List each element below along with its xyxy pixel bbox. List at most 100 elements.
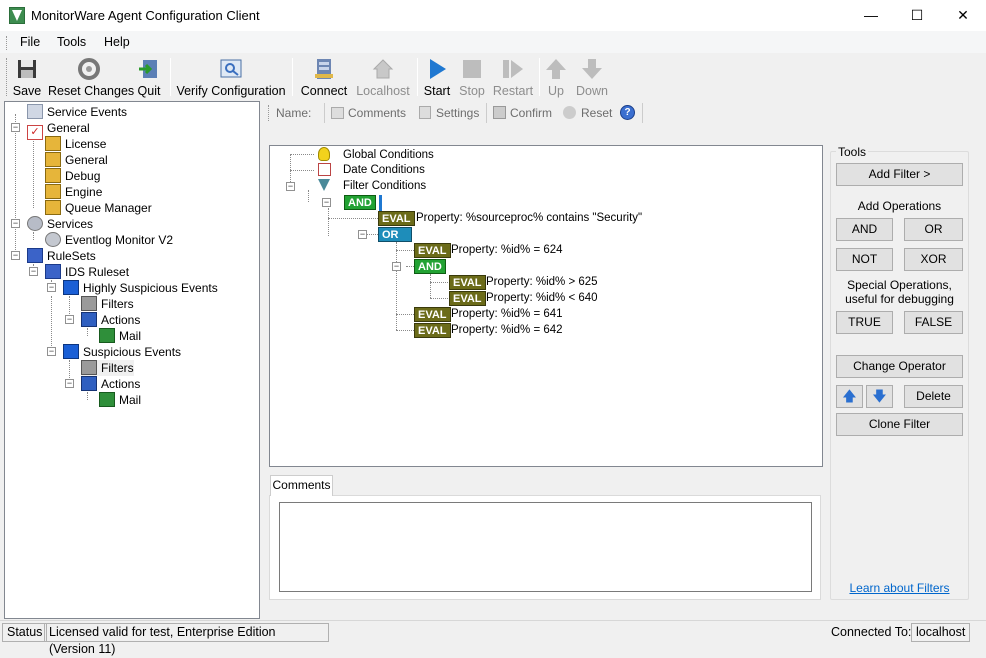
settings-button[interactable]: Settings <box>419 106 479 120</box>
configuration-tree[interactable]: − − − − − − − − Service Events ✓ General … <box>4 101 260 619</box>
collapse-ids-ruleset-icon[interactable]: − <box>29 267 38 276</box>
menu-file[interactable]: File <box>20 35 40 49</box>
clone-filter-button[interactable]: Clone Filter <box>836 413 963 436</box>
status-bar: Status Licensed valid for test, Enterpri… <box>0 620 986 656</box>
cursor-marker <box>379 195 382 211</box>
and-button[interactable]: AND <box>836 218 893 241</box>
condition-id-641[interactable]: Property: %id% = 641 <box>451 307 563 322</box>
tree-item-general-child[interactable]: General <box>45 152 108 168</box>
learn-about-filters-link[interactable]: Learn about Filters <box>830 581 969 595</box>
collapse-actions1-icon[interactable]: − <box>65 315 74 324</box>
tree-label: Actions <box>101 377 141 391</box>
add-filter-button[interactable]: Add Filter > <box>836 163 963 186</box>
tree-item-general[interactable]: ✓ General <box>27 120 90 140</box>
condition-id-640[interactable]: Property: %id% < 640 <box>486 291 598 306</box>
tree-item-ids-ruleset[interactable]: IDS Ruleset <box>45 264 129 280</box>
condition-id-642[interactable]: Property: %id% = 642 <box>451 323 563 338</box>
verify-configuration-button[interactable]: Verify Configuration <box>175 55 287 99</box>
quit-button[interactable]: Quit <box>134 55 164 99</box>
reset-changes-button[interactable]: Reset Changes <box>48 55 134 99</box>
eval-badge[interactable]: EVAL <box>378 211 415 226</box>
tree-item-highly-suspicious-events[interactable]: Highly Suspicious Events <box>63 280 218 296</box>
collapse-and-2-icon[interactable]: − <box>392 262 401 271</box>
arrow-up-icon: 🡅 <box>842 388 857 404</box>
quit-icon <box>139 60 157 78</box>
comments-button[interactable]: Comments <box>331 106 406 120</box>
condition-id-624[interactable]: Property: %id% = 624 <box>451 243 563 258</box>
tree-item-rulesets[interactable]: RuleSets <box>27 248 96 264</box>
collapse-general-icon[interactable]: − <box>11 123 20 132</box>
help-icon[interactable]: ? <box>620 105 635 120</box>
condition-sourceproc[interactable]: Property: %sourceproc% contains "Securit… <box>416 211 642 226</box>
tree-item-filters-2-selected[interactable]: Filters <box>81 360 134 376</box>
filter-conditions-tree[interactable]: − − − − Global Conditions Date Condition… <box>269 145 823 467</box>
collapse-filter-conditions-icon[interactable]: − <box>286 182 295 191</box>
tree-item-mail-1[interactable]: Mail <box>99 328 141 344</box>
or-button[interactable]: OR <box>904 218 963 241</box>
eval-badge[interactable]: EVAL <box>414 307 451 322</box>
menu-help[interactable]: Help <box>104 35 130 49</box>
or-operator-badge[interactable]: OR <box>378 227 412 242</box>
tree-item-suspicious-events[interactable]: Suspicious Events <box>63 344 181 360</box>
localhost-button[interactable]: Localhost <box>354 55 412 99</box>
collapse-actions2-icon[interactable]: − <box>65 379 74 388</box>
eval-badge[interactable]: EVAL <box>449 291 486 306</box>
collapse-and-icon[interactable]: − <box>322 198 331 207</box>
condition-id-625[interactable]: Property: %id% > 625 <box>486 275 598 290</box>
tree-item-eventlog-monitor[interactable]: Eventlog Monitor V2 <box>45 232 173 248</box>
change-operator-button[interactable]: Change Operator <box>836 355 963 378</box>
tree-item-queue-manager[interactable]: Queue Manager <box>45 200 152 216</box>
reset-button[interactable]: Reset <box>563 106 612 120</box>
collapse-rulesets-icon[interactable]: − <box>11 251 20 260</box>
tree-label: Filters <box>101 361 134 375</box>
move-down-button[interactable]: 🡇 <box>866 385 893 408</box>
minimize-button[interactable]: — <box>848 0 894 31</box>
confirm-button[interactable]: Confirm <box>493 106 552 120</box>
true-button[interactable]: TRUE <box>836 311 893 334</box>
tree-item-service-events[interactable]: Service Events <box>27 104 127 120</box>
comments-textarea[interactable] <box>279 502 812 592</box>
tab-comments[interactable]: Comments <box>270 475 333 496</box>
and-operator-badge[interactable]: AND <box>344 195 376 210</box>
collapse-services-icon[interactable]: − <box>11 219 20 228</box>
filter-conditions-node[interactable]: Filter Conditions <box>318 179 426 194</box>
date-conditions-node[interactable]: Date Conditions <box>318 163 425 178</box>
eval-badge[interactable]: EVAL <box>449 275 486 290</box>
start-label: Start <box>423 84 451 98</box>
gear-icon <box>45 200 61 215</box>
collapse-suspicious-icon[interactable]: − <box>47 347 56 356</box>
tree-item-engine[interactable]: Engine <box>45 184 102 200</box>
title-bar: MonitorWare Agent Configuration Client —… <box>0 0 986 31</box>
start-button[interactable]: Start <box>422 55 452 99</box>
false-button[interactable]: FALSE <box>904 311 963 334</box>
tree-item-debug[interactable]: Debug <box>45 168 100 184</box>
save-button[interactable]: Save <box>10 55 44 99</box>
stop-button[interactable]: Stop <box>456 55 488 99</box>
tree-item-mail-2[interactable]: Mail <box>99 392 141 408</box>
connect-button[interactable]: Connect <box>298 55 350 99</box>
arrow-up-icon <box>546 59 566 79</box>
down-button[interactable]: Down <box>574 55 610 99</box>
and-operator-badge[interactable]: AND <box>414 259 446 274</box>
ruleset-icon <box>27 248 43 263</box>
collapse-or-icon[interactable]: − <box>358 230 367 239</box>
restart-button[interactable]: Restart <box>492 55 534 99</box>
global-conditions-node[interactable]: Global Conditions <box>318 147 434 162</box>
tree-item-actions-2[interactable]: Actions <box>81 376 140 392</box>
eval-badge[interactable]: EVAL <box>414 243 451 258</box>
tree-item-license[interactable]: License <box>45 136 106 152</box>
menu-tools[interactable]: Tools <box>57 35 86 49</box>
tree-label: General <box>65 153 108 167</box>
move-up-button[interactable]: 🡅 <box>836 385 863 408</box>
delete-button[interactable]: Delete <box>904 385 963 408</box>
collapse-highly-suspicious-icon[interactable]: − <box>47 283 56 292</box>
maximize-button[interactable]: ☐ <box>894 0 940 31</box>
close-button[interactable]: ✕ <box>940 0 986 31</box>
not-button[interactable]: NOT <box>836 248 893 271</box>
eval-badge[interactable]: EVAL <box>414 323 451 338</box>
tree-item-filters-1[interactable]: Filters <box>81 296 134 312</box>
tree-item-services[interactable]: Services <box>27 216 93 232</box>
xor-button[interactable]: XOR <box>904 248 963 271</box>
up-button[interactable]: Up <box>544 55 568 99</box>
tree-item-actions-1[interactable]: Actions <box>81 312 140 328</box>
